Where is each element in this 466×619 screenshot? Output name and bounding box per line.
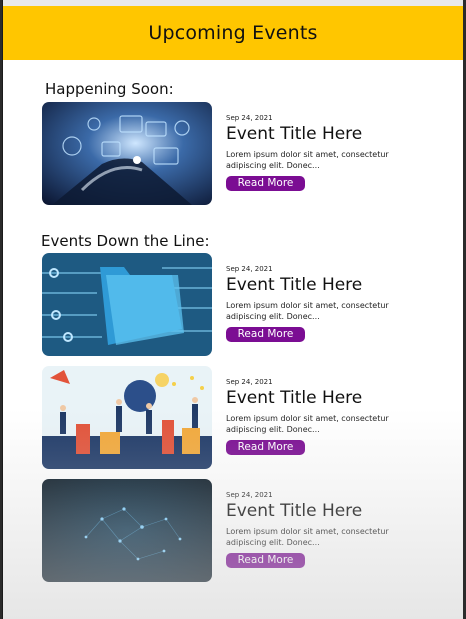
event-page: Upcoming Events Happening Soon: Sep 24, … — [2, 0, 463, 619]
event-date: Sep 24, 2021 — [226, 378, 273, 386]
event-date: Sep 24, 2021 — [226, 114, 273, 122]
teamwork-illustration-image — [42, 366, 212, 469]
event-date: Sep 24, 2021 — [226, 265, 273, 273]
event-description: Lorem ipsum dolor sit amet, consectetur … — [226, 301, 389, 321]
happening-soon-heading: Happening Soon: — [45, 80, 174, 98]
event-date: Sep 24, 2021 — [226, 491, 273, 499]
network-particles-image — [42, 479, 212, 582]
event-title: Event Title Here — [226, 124, 363, 144]
event-title: Event Title Here — [226, 275, 363, 295]
read-more-button[interactable]: Read More — [226, 327, 305, 342]
folder-circuit-image — [42, 253, 212, 356]
event-card: Sep 24, 2021 Event Title Here Lorem ipsu… — [42, 102, 432, 205]
read-more-button[interactable]: Read More — [226, 176, 305, 191]
read-more-button[interactable]: Read More — [226, 553, 305, 568]
event-description: Lorem ipsum dolor sit amet, consectetur … — [226, 414, 389, 434]
event-card: Sep 24, 2021 Event Title Here Lorem ipsu… — [42, 479, 432, 582]
event-title: Event Title Here — [226, 501, 363, 521]
event-description: Lorem ipsum dolor sit amet, consectetur … — [226, 150, 389, 170]
events-down-the-line-heading: Events Down the Line: — [41, 232, 210, 250]
read-more-button[interactable]: Read More — [226, 440, 305, 455]
event-description: Lorem ipsum dolor sit amet, consectetur … — [226, 527, 389, 547]
page-header: Upcoming Events — [3, 6, 463, 60]
event-card: Sep 24, 2021 Event Title Here Lorem ipsu… — [42, 253, 432, 356]
page-title: Upcoming Events — [148, 22, 318, 44]
event-title: Event Title Here — [226, 388, 363, 408]
technology-hand-icon-image — [42, 102, 212, 205]
event-card: Sep 24, 2021 Event Title Here Lorem ipsu… — [42, 366, 432, 469]
